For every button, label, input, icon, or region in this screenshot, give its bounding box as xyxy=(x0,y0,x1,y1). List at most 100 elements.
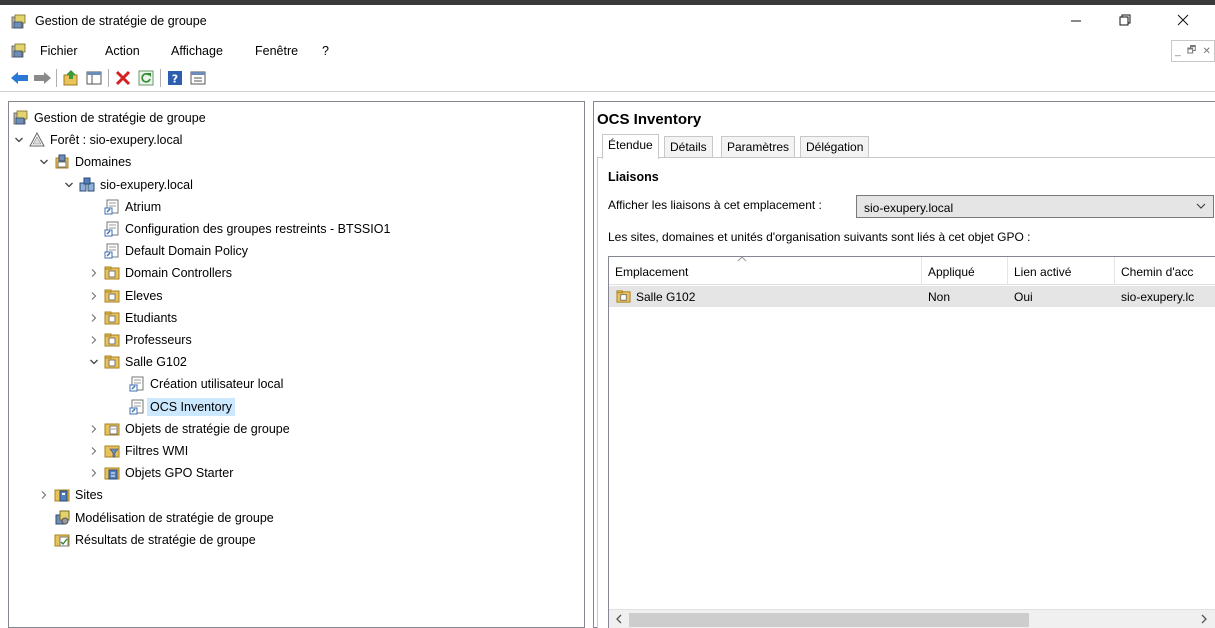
tree-node[interactable]: Professeurs xyxy=(86,329,192,351)
menu-fenetre[interactable]: Fenêtre xyxy=(255,44,298,58)
tree-node-label: sio-exupery.local xyxy=(100,177,193,192)
show-hide-console-tree-icon xyxy=(86,71,102,85)
menu-action[interactable]: Action xyxy=(105,44,140,58)
horizontal-scrollbar[interactable] xyxy=(609,609,1215,628)
tree-node[interactable]: Modélisation de stratégie de groupe xyxy=(36,507,274,529)
chevron-right-icon[interactable] xyxy=(86,421,102,437)
column-label-applique: Appliqué xyxy=(928,265,975,279)
forward-button[interactable] xyxy=(32,68,52,88)
column-header-emplacement[interactable]: Emplacement xyxy=(609,257,922,285)
tree-node-label: Salle G102 xyxy=(125,355,187,370)
tree-node[interactable]: OCS Inventory xyxy=(111,396,235,418)
tree-node[interactable]: Salle G102 xyxy=(86,351,187,373)
svg-text:?: ? xyxy=(172,73,178,86)
tree-node[interactable]: sio-exupery.local xyxy=(61,174,193,196)
chevron-right-icon[interactable] xyxy=(86,288,102,304)
delete-button[interactable] xyxy=(113,68,133,88)
column-header-applique[interactable]: Appliqué xyxy=(922,257,1008,285)
tree-node[interactable]: Forêt : sio-exupery.local xyxy=(11,129,182,151)
links-list[interactable]: Emplacement Appliqué Lien activé Chemin … xyxy=(608,256,1215,628)
tree-node[interactable]: Configuration des groupes restreints - B… xyxy=(86,218,390,240)
toolbar-separator xyxy=(160,69,161,87)
tree-node[interactable]: Atrium xyxy=(86,196,161,218)
gpmc-icon[interactable] xyxy=(11,43,27,59)
tree-node[interactable]: Domain Controllers xyxy=(86,262,232,284)
chevron-right-icon[interactable] xyxy=(86,332,102,348)
domain-icon xyxy=(79,177,95,192)
gpmc-icon xyxy=(11,14,26,29)
tree-node[interactable]: Résultats de stratégie de groupe xyxy=(36,529,256,551)
chevron-down-icon[interactable] xyxy=(61,177,77,193)
tab-parametres[interactable]: Paramètres xyxy=(721,136,796,158)
toolbar: ? xyxy=(0,64,1215,92)
back-button[interactable] xyxy=(10,68,30,88)
chevron-down-icon[interactable] xyxy=(86,354,102,370)
tree-node[interactable]: Objets de stratégie de groupe xyxy=(86,418,290,440)
chevron-right-icon[interactable] xyxy=(36,487,52,503)
gpo-link-icon xyxy=(104,221,119,237)
gpo-link-icon xyxy=(104,199,119,215)
properties-button[interactable] xyxy=(188,68,208,88)
column-header-lien-active[interactable]: Lien activé xyxy=(1008,257,1115,285)
help-button[interactable]: ? xyxy=(165,68,185,88)
starter-gpo-icon xyxy=(104,467,120,480)
scroll-left-icon[interactable] xyxy=(614,612,624,626)
scroll-right-icon[interactable] xyxy=(1199,612,1209,626)
menu-affichage[interactable]: Affichage xyxy=(171,44,223,58)
forward-arrow-icon xyxy=(34,72,51,84)
column-header-chemin[interactable]: Chemin d'acc xyxy=(1115,257,1215,285)
chevron-down-icon[interactable] xyxy=(36,154,52,170)
menu-help[interactable]: ? xyxy=(322,44,329,58)
maximize-button[interactable] xyxy=(1102,5,1148,35)
mdi-restore-button[interactable]: 🗗 xyxy=(1187,43,1196,60)
chevron-right-icon[interactable] xyxy=(86,465,102,481)
scrollbar-thumb[interactable] xyxy=(629,613,1029,627)
refresh-button[interactable] xyxy=(136,68,156,88)
tree-node-label: OCS Inventory xyxy=(147,397,235,416)
tab-delegation[interactable]: Délégation xyxy=(800,136,870,158)
minimize-icon xyxy=(1071,20,1081,22)
ou-icon xyxy=(104,311,120,325)
column-label-lien-active: Lien activé xyxy=(1014,265,1072,279)
chevron-right-icon[interactable] xyxy=(86,443,102,459)
mdi-minimize-button[interactable]: _ xyxy=(1175,46,1181,57)
tab-etendue[interactable]: Étendue xyxy=(602,134,659,159)
sites-icon xyxy=(54,489,70,502)
links-location-dropdown[interactable]: sio-exupery.local xyxy=(856,195,1214,218)
table-row[interactable]: Salle G102 Non Oui sio-exupery.lc xyxy=(609,286,1215,307)
tree-node[interactable]: Objets GPO Starter xyxy=(86,462,233,484)
tab-details[interactable]: Détails xyxy=(664,136,713,158)
tree-node-label: Objets GPO Starter xyxy=(125,466,234,481)
cell-enabled: Oui xyxy=(1014,290,1033,304)
chevron-down-icon[interactable] xyxy=(11,132,27,148)
tree-node[interactable]: Eleves xyxy=(86,285,163,307)
chevron-right-icon[interactable] xyxy=(86,265,102,281)
close-button[interactable] xyxy=(1160,5,1206,35)
tree-node-label: Default Domain Policy xyxy=(125,244,248,259)
chevron-right-icon[interactable] xyxy=(86,310,102,326)
toolbar-separator xyxy=(56,69,57,87)
menu-fichier[interactable]: Fichier xyxy=(40,44,78,58)
column-label-emplacement: Emplacement xyxy=(615,265,689,279)
mdi-close-button[interactable]: ✕ xyxy=(1203,46,1211,57)
minimize-button[interactable] xyxy=(1053,5,1099,35)
mdi-controls: _ 🗗 ✕ xyxy=(1171,40,1215,62)
up-level-button[interactable] xyxy=(61,68,81,88)
tree-node[interactable]: Etudiants xyxy=(86,307,177,329)
tree-node[interactable]: Gestion de stratégie de groupe xyxy=(11,107,206,129)
show-hide-tree-button[interactable] xyxy=(84,68,104,88)
tree-node[interactable]: Sites xyxy=(36,484,103,506)
gpo-link-icon xyxy=(104,243,119,259)
tree-node-label: Résultats de stratégie de groupe xyxy=(75,532,256,547)
tree-node[interactable]: Création utilisateur local xyxy=(111,373,283,395)
tree-node[interactable]: Filtres WMI xyxy=(86,440,188,462)
tree-node[interactable]: Default Domain Policy xyxy=(86,240,248,262)
tree-node[interactable]: Domaines xyxy=(36,151,131,173)
help-icon: ? xyxy=(168,71,182,86)
gpo-link-icon xyxy=(129,376,144,392)
console-tree[interactable]: Gestion de stratégie de groupe Forêt : si… xyxy=(8,101,585,628)
